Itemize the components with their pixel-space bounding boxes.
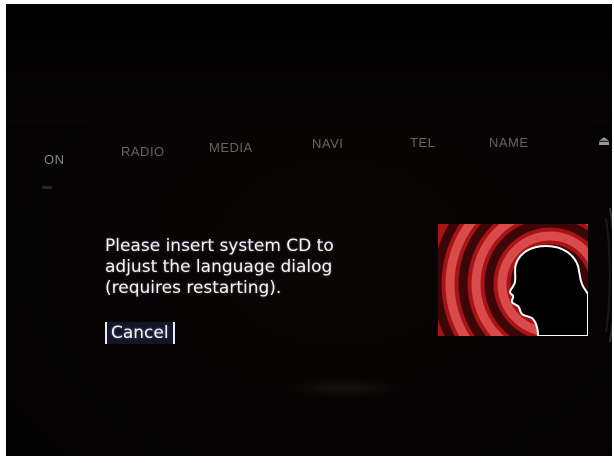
dialog-message-line: Please insert system CD to [105,236,334,256]
nav-name-button[interactable]: NAME [489,135,529,150]
dialog-message-line: (requires restarting). [105,278,282,298]
edge-reflection [605,207,612,343]
display-screen: ON RADIO MEDIA NAVI TEL NAME ⏏ Please in… [6,4,612,456]
screen-reflection [284,378,404,398]
nav-media-button[interactable]: MEDIA [209,140,253,155]
voice-head-icon [438,224,588,336]
eject-icon[interactable]: ⏏ [598,134,610,149]
bezel-shade [6,4,612,124]
indicator-led [42,186,52,189]
nav-navi-button[interactable]: NAVI [312,136,343,151]
cancel-button[interactable]: Cancel [105,322,175,344]
dialog-message-line: adjust the language dialog [105,257,333,277]
nav-on-button[interactable]: ON [44,152,65,167]
top-nav: ON RADIO MEDIA NAVI TEL NAME ⏏ [6,124,612,174]
nav-tel-button[interactable]: TEL [410,135,435,150]
nav-radio-button[interactable]: RADIO [121,144,165,159]
dialog-message: Please insert system CD to adjust the la… [105,236,405,299]
